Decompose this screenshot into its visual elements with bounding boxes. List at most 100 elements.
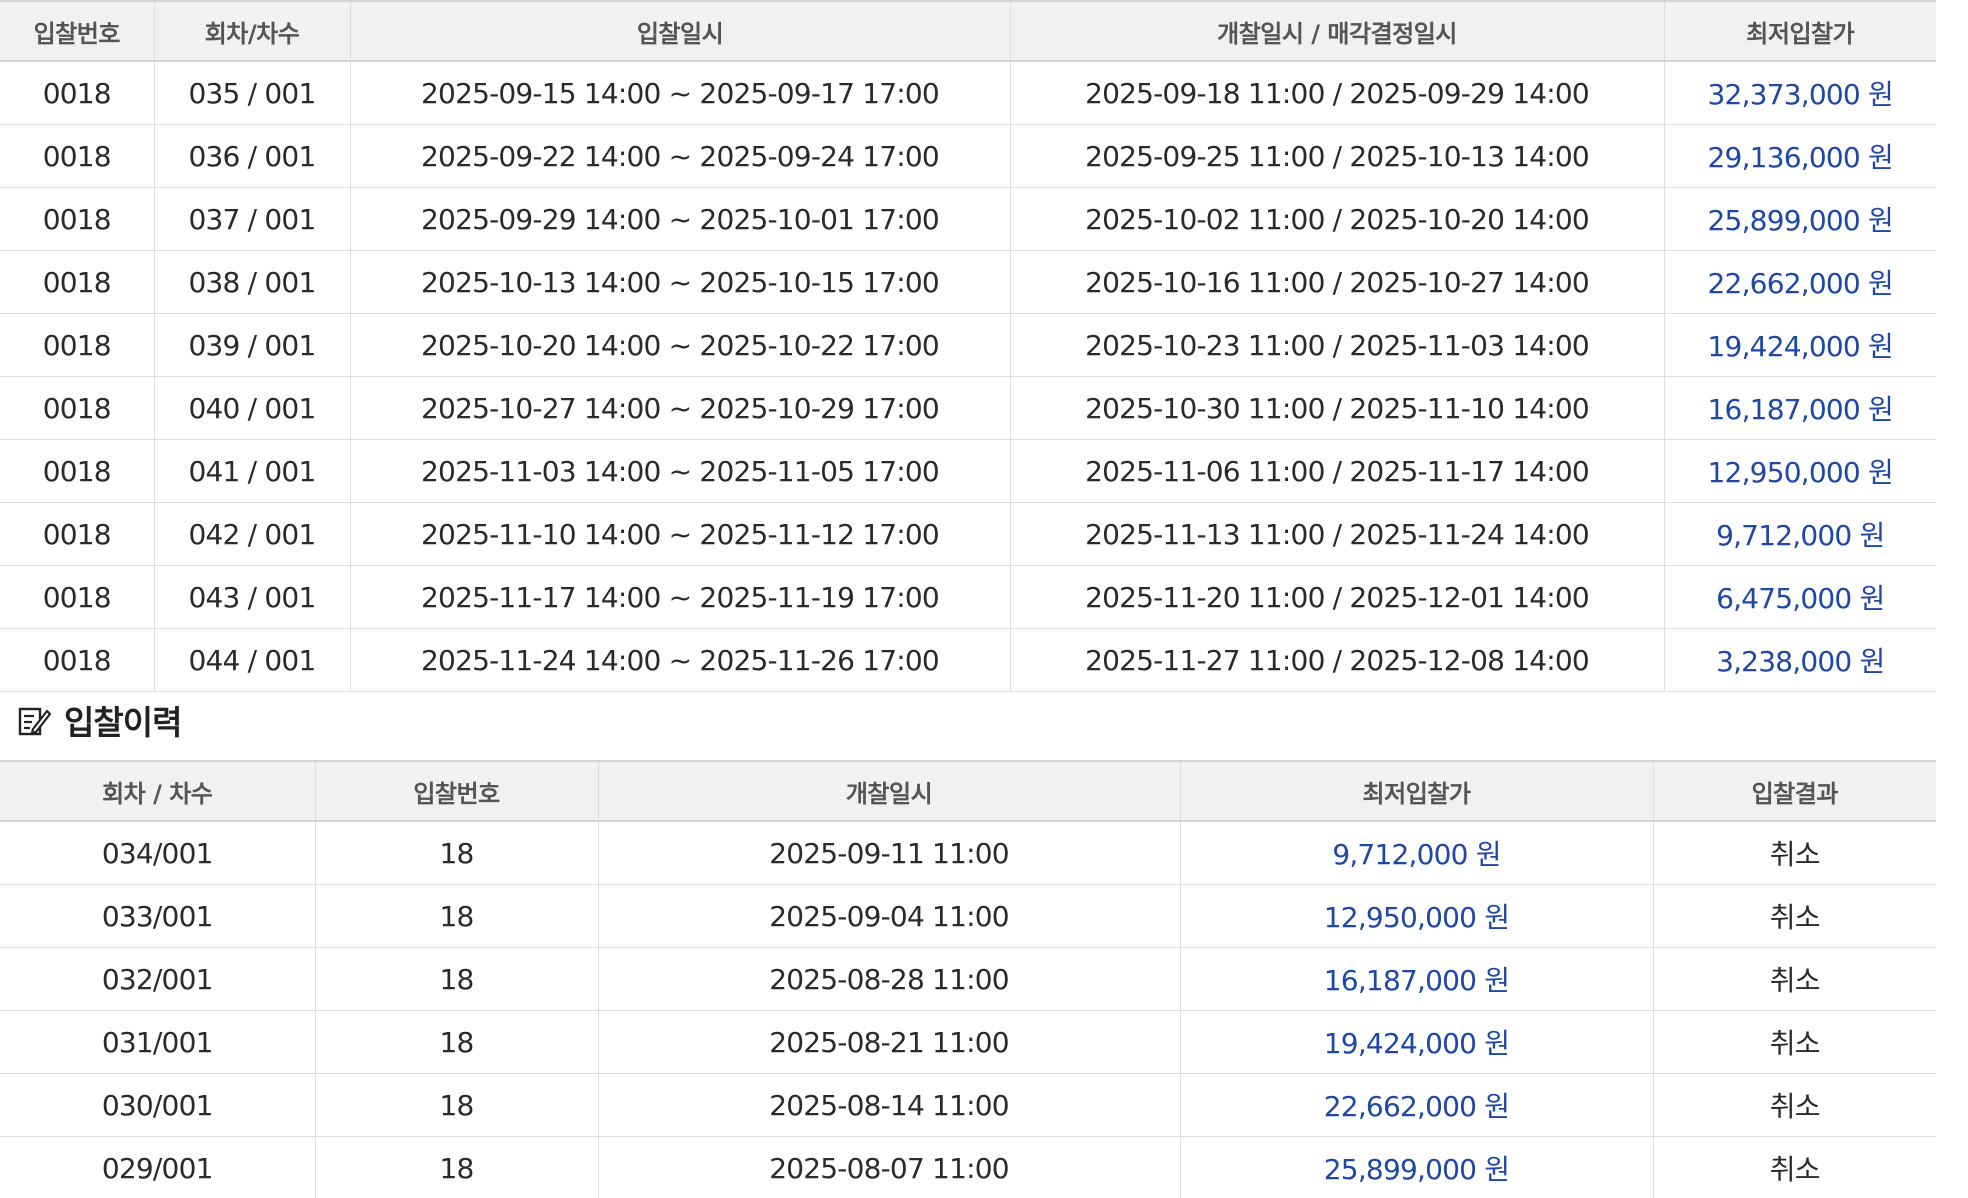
round-cell: 033/001 — [0, 884, 316, 948]
result-cell: 취소 — [1653, 821, 1936, 885]
table-row: 032/001 18 2025-08-28 11:00 16,187,000 원… — [0, 947, 1936, 1011]
min-price-cell: 9,712,000 원 — [1664, 502, 1936, 566]
open-decision-cell: 2025-11-06 11:00 / 2025-11-17 14:00 — [1010, 439, 1665, 503]
bid-no-cell: 18 — [315, 1010, 599, 1074]
bid-period-cell: 2025-11-10 14:00 ~ 2025-11-12 17:00 — [350, 502, 1011, 566]
min-price-cell: 9,712,000 원 — [1180, 821, 1654, 885]
page: 입찰번호 회차/차수 입찰일시 개찰일시 / 매각결정일시 최저입찰가 0018… — [0, 0, 1968, 1198]
open-decision-cell: 2025-10-02 11:00 / 2025-10-20 14:00 — [1010, 187, 1665, 251]
bid-no-cell: 18 — [315, 947, 599, 1011]
table-row: 0018 043 / 001 2025-11-17 14:00 ~ 2025-1… — [0, 565, 1936, 629]
column-header-bid-no: 입찰번호 — [315, 760, 599, 822]
result-cell: 취소 — [1653, 884, 1936, 948]
table-header-row: 회차 / 차수 입찰번호 개찰일시 최저입찰가 입찰결과 — [0, 760, 1936, 822]
min-price-cell: 12,950,000 원 — [1664, 439, 1936, 503]
round-cell: 044 / 001 — [154, 628, 351, 692]
column-header-open-decision: 개찰일시 / 매각결정일시 — [1010, 0, 1665, 62]
round-cell: 031/001 — [0, 1010, 316, 1074]
bid-history-heading: 입찰이력 — [16, 700, 182, 742]
open-date-cell: 2025-08-14 11:00 — [598, 1073, 1181, 1137]
bid-history-table: 회차 / 차수 입찰번호 개찰일시 최저입찰가 입찰결과 034/001 18 … — [0, 760, 1936, 1198]
table-row: 029/001 18 2025-08-07 11:00 25,899,000 원… — [0, 1136, 1936, 1198]
round-cell: 039 / 001 — [154, 313, 351, 377]
table-row: 0018 037 / 001 2025-09-29 14:00 ~ 2025-1… — [0, 187, 1936, 251]
open-decision-cell: 2025-09-18 11:00 / 2025-09-29 14:00 — [1010, 61, 1665, 125]
bid-no-cell: 0018 — [0, 565, 155, 629]
min-price-cell: 25,899,000 원 — [1664, 187, 1936, 251]
open-decision-cell: 2025-10-16 11:00 / 2025-10-27 14:00 — [1010, 250, 1665, 314]
round-cell: 030/001 — [0, 1073, 316, 1137]
column-header-min-price: 최저입찰가 — [1664, 0, 1936, 62]
column-header-open-date: 개찰일시 — [598, 760, 1181, 822]
table-row: 0018 044 / 001 2025-11-24 14:00 ~ 2025-1… — [0, 628, 1936, 692]
bid-schedule-table: 입찰번호 회차/차수 입찰일시 개찰일시 / 매각결정일시 최저입찰가 0018… — [0, 0, 1936, 692]
table-row: 0018 036 / 001 2025-09-22 14:00 ~ 2025-0… — [0, 124, 1936, 188]
bid-no-cell: 0018 — [0, 439, 155, 503]
table-row: 0018 038 / 001 2025-10-13 14:00 ~ 2025-1… — [0, 250, 1936, 314]
bid-period-cell: 2025-10-13 14:00 ~ 2025-10-15 17:00 — [350, 250, 1011, 314]
round-cell: 043 / 001 — [154, 565, 351, 629]
table-row: 0018 042 / 001 2025-11-10 14:00 ~ 2025-1… — [0, 502, 1936, 566]
min-price-cell: 22,662,000 원 — [1664, 250, 1936, 314]
bid-period-cell: 2025-11-17 14:00 ~ 2025-11-19 17:00 — [350, 565, 1011, 629]
min-price-cell: 3,238,000 원 — [1664, 628, 1936, 692]
bid-no-cell: 0018 — [0, 124, 155, 188]
column-header-round: 회차/차수 — [154, 0, 351, 62]
bid-no-cell: 0018 — [0, 250, 155, 314]
result-cell: 취소 — [1653, 1136, 1936, 1198]
open-decision-cell: 2025-10-30 11:00 / 2025-11-10 14:00 — [1010, 376, 1665, 440]
open-decision-cell: 2025-10-23 11:00 / 2025-11-03 14:00 — [1010, 313, 1665, 377]
min-price-cell: 16,187,000 원 — [1180, 947, 1654, 1011]
table-row: 0018 040 / 001 2025-10-27 14:00 ~ 2025-1… — [0, 376, 1936, 440]
min-price-cell: 25,899,000 원 — [1180, 1136, 1654, 1198]
column-header-bid-no: 입찰번호 — [0, 0, 155, 62]
open-decision-cell: 2025-09-25 11:00 / 2025-10-13 14:00 — [1010, 124, 1665, 188]
page-margin — [1936, 0, 1968, 1198]
bid-period-cell: 2025-10-20 14:00 ~ 2025-10-22 17:00 — [350, 313, 1011, 377]
open-date-cell: 2025-09-11 11:00 — [598, 821, 1181, 885]
round-cell: 037 / 001 — [154, 187, 351, 251]
open-date-cell: 2025-08-07 11:00 — [598, 1136, 1181, 1198]
bid-period-cell: 2025-09-22 14:00 ~ 2025-09-24 17:00 — [350, 124, 1011, 188]
round-cell: 036 / 001 — [154, 124, 351, 188]
round-cell: 038 / 001 — [154, 250, 351, 314]
bid-no-cell: 18 — [315, 1073, 599, 1137]
table-row: 031/001 18 2025-08-21 11:00 19,424,000 원… — [0, 1010, 1936, 1074]
min-price-cell: 19,424,000 원 — [1664, 313, 1936, 377]
bid-period-cell: 2025-09-15 14:00 ~ 2025-09-17 17:00 — [350, 61, 1011, 125]
result-cell: 취소 — [1653, 1010, 1936, 1074]
round-cell: 032/001 — [0, 947, 316, 1011]
min-price-cell: 29,136,000 원 — [1664, 124, 1936, 188]
bid-no-cell: 0018 — [0, 502, 155, 566]
result-cell: 취소 — [1653, 1073, 1936, 1137]
bid-no-cell: 0018 — [0, 313, 155, 377]
table-row: 0018 035 / 001 2025-09-15 14:00 ~ 2025-0… — [0, 61, 1936, 125]
bid-period-cell: 2025-11-24 14:00 ~ 2025-11-26 17:00 — [350, 628, 1011, 692]
round-cell: 035 / 001 — [154, 61, 351, 125]
bid-period-cell: 2025-09-29 14:00 ~ 2025-10-01 17:00 — [350, 187, 1011, 251]
min-price-cell: 6,475,000 원 — [1664, 565, 1936, 629]
round-cell: 042 / 001 — [154, 502, 351, 566]
table-row: 0018 039 / 001 2025-10-20 14:00 ~ 2025-1… — [0, 313, 1936, 377]
round-cell: 034/001 — [0, 821, 316, 885]
round-cell: 029/001 — [0, 1136, 316, 1198]
column-header-min-price: 최저입찰가 — [1180, 760, 1654, 822]
min-price-cell: 22,662,000 원 — [1180, 1073, 1654, 1137]
min-price-cell: 32,373,000 원 — [1664, 61, 1936, 125]
min-price-cell: 19,424,000 원 — [1180, 1010, 1654, 1074]
bid-period-cell: 2025-11-03 14:00 ~ 2025-11-05 17:00 — [350, 439, 1011, 503]
column-header-result: 입찰결과 — [1653, 760, 1936, 822]
bid-no-cell: 0018 — [0, 61, 155, 125]
min-price-cell: 12,950,000 원 — [1180, 884, 1654, 948]
table-row: 033/001 18 2025-09-04 11:00 12,950,000 원… — [0, 884, 1936, 948]
bid-no-cell: 18 — [315, 821, 599, 885]
bid-no-cell: 18 — [315, 1136, 599, 1198]
open-date-cell: 2025-08-21 11:00 — [598, 1010, 1181, 1074]
open-decision-cell: 2025-11-20 11:00 / 2025-12-01 14:00 — [1010, 565, 1665, 629]
column-header-round: 회차 / 차수 — [0, 760, 316, 822]
open-decision-cell: 2025-11-27 11:00 / 2025-12-08 14:00 — [1010, 628, 1665, 692]
open-date-cell: 2025-08-28 11:00 — [598, 947, 1181, 1011]
min-price-cell: 16,187,000 원 — [1664, 376, 1936, 440]
table-row: 0018 041 / 001 2025-11-03 14:00 ~ 2025-1… — [0, 439, 1936, 503]
section-title: 입찰이력 — [64, 703, 182, 742]
